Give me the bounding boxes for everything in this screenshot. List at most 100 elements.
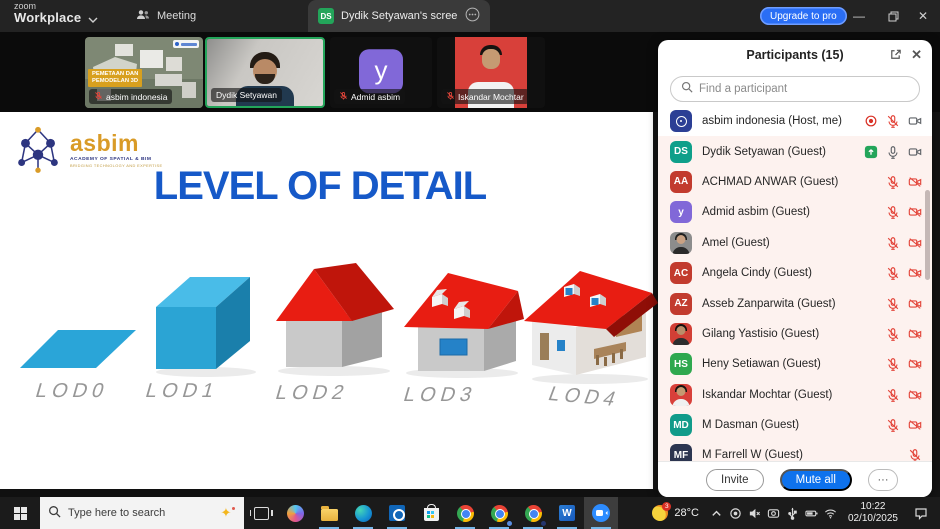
chrome-icon [457, 505, 474, 522]
mic-muted-icon [908, 448, 922, 461]
mute-all-button[interactable]: Mute all [780, 469, 852, 491]
avatar [670, 232, 692, 254]
lod1-label: LOD1 [143, 380, 222, 403]
battery-icon[interactable] [802, 497, 821, 529]
mic-muted-icon [886, 175, 900, 189]
participant-row[interactable]: HSHeny Setiawan (Guest) [658, 349, 932, 379]
mic-muted-icon [886, 114, 900, 128]
copilot-icon [287, 505, 304, 522]
outlook-button[interactable] [380, 497, 414, 529]
minimize-button[interactable]: — [842, 0, 876, 32]
video-tile-asbim-indonesia[interactable]: PEMETAAN DAN PEMODELAN 3D asbim indonesi… [85, 37, 203, 108]
search-icon [681, 80, 693, 98]
show-hidden-icons-button[interactable] [707, 497, 726, 529]
camera-on-icon [908, 114, 922, 128]
participant-name: asbim indonesia (Host, me) [702, 115, 864, 127]
mic-muted-icon [886, 236, 900, 250]
weather-widget[interactable]: 3 28°C [644, 505, 707, 521]
file-explorer-icon [321, 509, 338, 521]
camera-off-icon [908, 205, 922, 219]
search-input[interactable] [699, 83, 909, 95]
taskbar-search[interactable]: Type here to search ✦ [40, 497, 244, 529]
participant-row[interactable]: asbim indonesia (Host, me) [658, 106, 932, 136]
avatar: AC [670, 262, 692, 284]
participant-row[interactable]: Amel (Guest) [658, 228, 932, 258]
participant-name: Angela Cindy (Guest) [702, 267, 886, 279]
chrome-profile3-button[interactable] [516, 497, 550, 529]
meeting-icon [136, 9, 150, 24]
word-button[interactable]: W [550, 497, 584, 529]
participant-row[interactable]: AZAsseb Zanparwita (Guest) [658, 288, 932, 318]
participant-search[interactable] [670, 76, 920, 102]
record-icon[interactable] [726, 497, 745, 529]
zoom-workplace-logo: zoom Workplace [14, 2, 81, 24]
action-center-button[interactable] [906, 497, 936, 529]
camera-off-icon [908, 327, 922, 341]
camera-on-icon [908, 145, 922, 159]
task-view-button[interactable] [244, 497, 278, 529]
panel-scrollbar[interactable] [925, 190, 930, 280]
camera-off-icon [908, 175, 922, 189]
cast-icon[interactable] [764, 497, 783, 529]
slide-title: LEVEL OF DETAIL [0, 164, 640, 209]
notification-badge: 3 [662, 502, 671, 511]
usb-icon[interactable] [783, 497, 802, 529]
participant-name-chip: asbim indonesia [89, 89, 172, 104]
participant-row[interactable]: DSDydik Setyawan (Guest) [658, 136, 932, 166]
avatar: MD [670, 414, 692, 436]
close-button[interactable]: ✕ [906, 0, 940, 32]
participant-row[interactable]: Gilang Yastisio (Guest) [658, 319, 932, 349]
avatar: MF [670, 444, 692, 461]
clock[interactable]: 10:22 02/10/2025 [840, 501, 906, 525]
recording-icon [864, 114, 878, 128]
participant-name: Amel (Guest) [702, 237, 886, 249]
tab-options-icon[interactable] [465, 7, 480, 25]
upgrade-to-pro-button[interactable]: Upgrade to pro [760, 7, 847, 25]
participant-row[interactable]: AC Angela Cindy (Guest) [658, 258, 932, 288]
video-tile-admid-asbim[interactable]: y Admid asbim [330, 37, 432, 108]
microsoft-store-button[interactable] [414, 497, 448, 529]
search-placeholder: Type here to search [68, 507, 209, 519]
close-panel-icon[interactable]: ✕ [911, 47, 922, 63]
participant-name-chip: Admid asbim [334, 89, 405, 104]
background-seam [0, 489, 658, 497]
tab-meeting[interactable]: Meeting [128, 0, 204, 32]
avatar: AZ [670, 293, 692, 315]
temperature: 28°C [674, 507, 699, 519]
mic-muted-icon [886, 418, 900, 432]
file-explorer-button[interactable] [312, 497, 346, 529]
video-tile-dydik-setyawan[interactable]: Dydik Setyawan [205, 37, 325, 108]
volume-muted-icon[interactable] [745, 497, 764, 529]
chrome-icon [525, 505, 542, 522]
invite-button[interactable]: Invite [706, 469, 764, 491]
shared-screen-slide: asbim ACADEMY OF SPATIAL & BIM BRIDGING … [0, 112, 653, 489]
edge-button[interactable] [346, 497, 380, 529]
participant-row[interactable]: yAdmid asbim (Guest) [658, 197, 932, 227]
maximize-button[interactable] [876, 0, 910, 32]
mic-muted-icon [886, 388, 900, 402]
tab-shared-screen[interactable]: DS Dydik Setyawan's screen [308, 0, 490, 32]
participant-row[interactable]: MFM Farrell W (Guest) [658, 440, 932, 461]
copilot-button[interactable] [278, 497, 312, 529]
pop-out-icon[interactable] [889, 48, 902, 64]
chrome-icon [491, 505, 508, 522]
participant-row[interactable]: MDM Dasman (Guest) [658, 410, 932, 440]
start-button[interactable] [0, 497, 40, 529]
chevron-down-icon[interactable] [88, 11, 98, 29]
lod3-label: LOD3 [401, 384, 480, 407]
participant-row[interactable]: Iskandar Mochtar (Guest) [658, 380, 932, 410]
camera-off-icon [908, 236, 922, 250]
chrome-profile2-button[interactable] [482, 497, 516, 529]
camera-off-icon [908, 418, 922, 432]
slide-banner-text: PEMETAAN DAN PEMODELAN 3D [88, 69, 142, 87]
more-options-button[interactable]: ··· [868, 469, 898, 491]
mic-muted-icon [886, 205, 900, 219]
chrome-button[interactable] [448, 497, 482, 529]
profile-badge [540, 520, 547, 527]
participant-row[interactable]: AAACHMAD ANWAR (Guest) [658, 167, 932, 197]
wifi-icon[interactable] [821, 497, 840, 529]
participant-name-chip: Iskandar Mochtar [441, 89, 529, 104]
video-tile-iskandar-mochtar[interactable]: Iskandar Mochtar [437, 37, 545, 108]
zoom-app-button[interactable] [584, 497, 618, 529]
sharing-icon [864, 145, 878, 159]
